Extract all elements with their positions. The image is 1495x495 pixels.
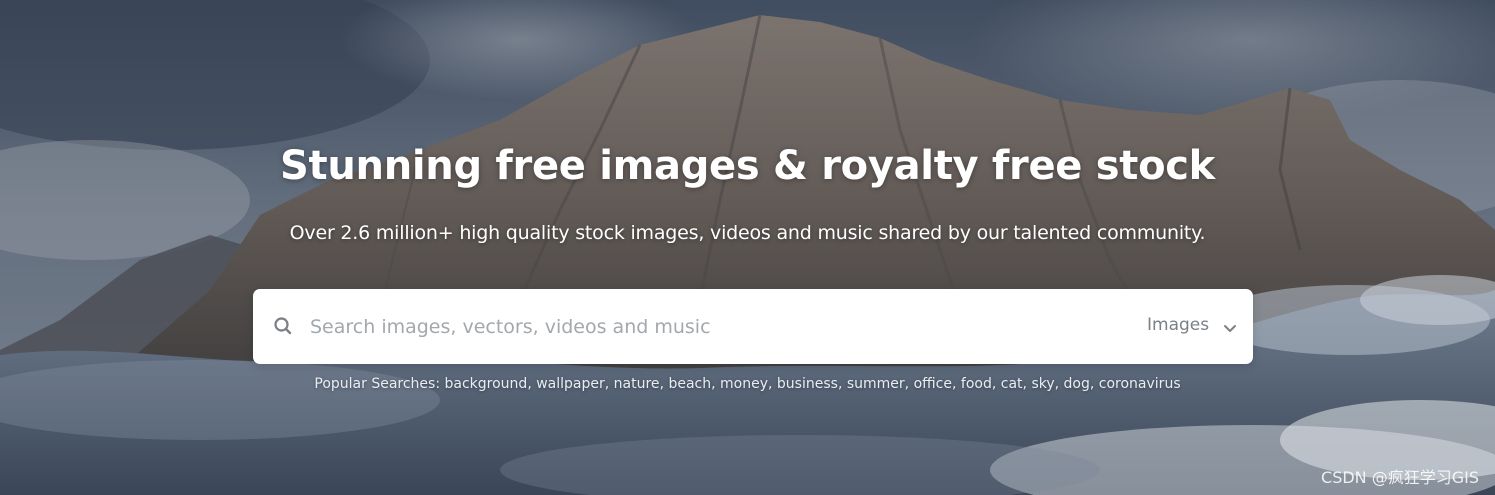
media-type-selected: Images xyxy=(1147,315,1210,335)
search-icon[interactable] xyxy=(272,315,294,337)
hero-subtitle: Over 2.6 million+ high quality stock ima… xyxy=(289,222,1206,244)
popular-search-link[interactable]: dog xyxy=(1064,376,1090,392)
popular-search-link[interactable]: background xyxy=(445,376,528,392)
popular-search-link[interactable]: beach xyxy=(668,376,711,392)
popular-search-link[interactable]: coronavirus xyxy=(1099,376,1181,392)
search-input[interactable] xyxy=(310,307,1130,347)
popular-search-link[interactable]: cat xyxy=(1001,376,1023,392)
hero-title: Stunning free images & royalty free stoc… xyxy=(280,143,1215,189)
popular-searches-label: Popular Searches: xyxy=(314,376,441,392)
popular-search-link[interactable]: business xyxy=(777,376,838,392)
hero-content: Stunning free images & royalty free stoc… xyxy=(0,0,1495,495)
popular-search-link[interactable]: nature xyxy=(614,376,660,392)
chevron-down-icon xyxy=(1223,320,1237,332)
media-type-dropdown[interactable]: Images xyxy=(1123,289,1253,364)
popular-search-link[interactable]: food xyxy=(961,376,992,392)
popular-search-link[interactable]: money xyxy=(720,376,768,392)
hero-section: Stunning free images & royalty free stoc… xyxy=(0,0,1495,495)
popular-search-terms: background, wallpaper, nature, beach, mo… xyxy=(444,376,1181,392)
popular-search-link[interactable]: office xyxy=(914,376,952,392)
popular-searches: Popular Searches: background, wallpaper,… xyxy=(0,376,1495,392)
popular-search-link[interactable]: sky xyxy=(1031,376,1054,392)
search-bar: Images xyxy=(253,289,1253,364)
popular-search-link[interactable]: summer xyxy=(847,376,905,392)
popular-search-link[interactable]: wallpaper xyxy=(536,376,605,392)
watermark-text: CSDN @疯狂学习GIS xyxy=(1321,468,1479,487)
